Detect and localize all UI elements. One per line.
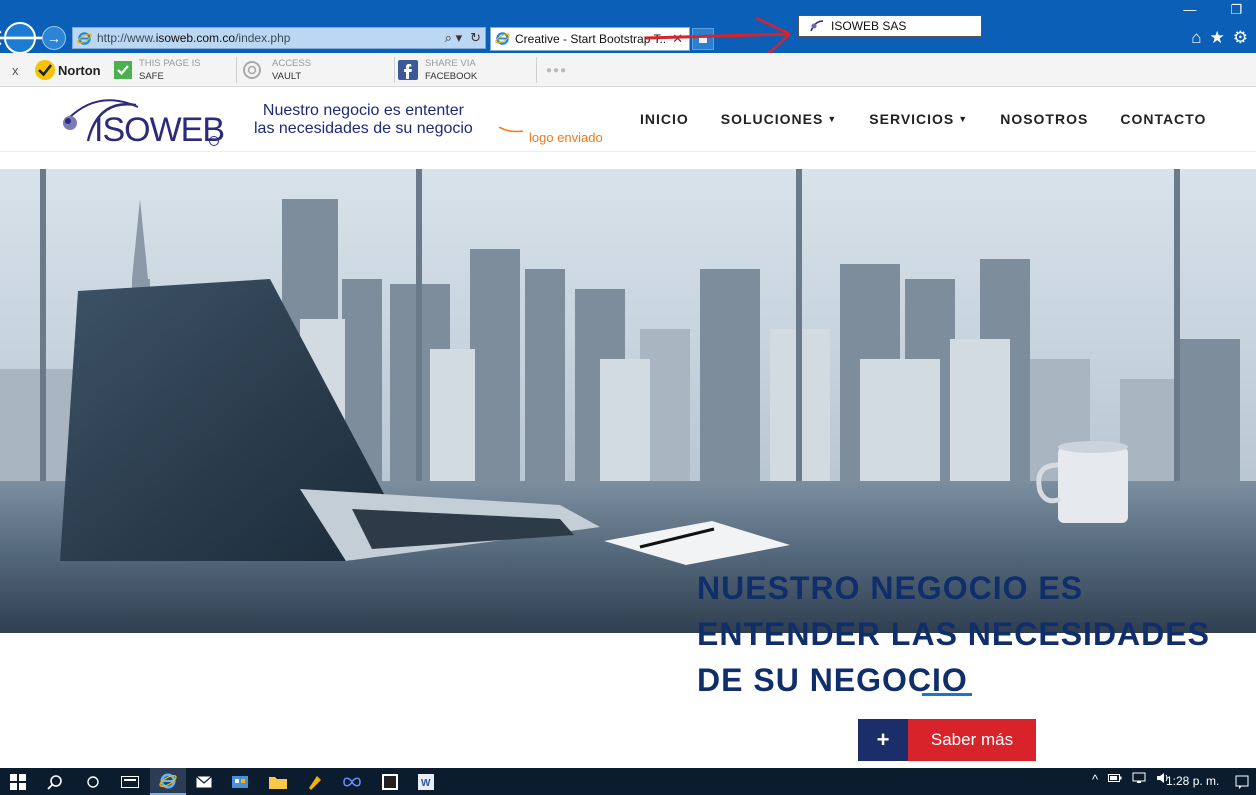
nav-soluciones[interactable]: SOLUCIONES ▼ [721, 111, 838, 127]
terminal-app-icon[interactable] [380, 772, 400, 792]
browser-tool-icons: ⌂ ★ ⚙ [1191, 28, 1248, 48]
browser-titlebar: 🡐 → http://www.isoweb.com.co/index.php ⌕… [0, 0, 1256, 55]
caret-down-icon: ▼ [958, 114, 969, 124]
minimize-icon[interactable]: — [1183, 2, 1196, 18]
paint-app-icon[interactable] [305, 772, 325, 792]
taskbar-clock[interactable]: 1:28 p. m. [1166, 774, 1219, 788]
tab-tooltip: ISOWEB SAS [798, 15, 982, 37]
file-explorer-icon[interactable] [268, 772, 288, 792]
infinity-app-icon[interactable] [342, 772, 362, 792]
annotation-squiggle-icon [498, 126, 524, 133]
home-icon[interactable]: ⌂ [1191, 28, 1201, 48]
nav-inicio[interactable]: INICIO [640, 111, 689, 127]
norton-button[interactable]: Norton [34, 56, 101, 84]
search-icon[interactable]: ⌕ ▾ [445, 30, 462, 46]
svg-text:W: W [421, 778, 431, 789]
header-tagline: Nuestro negocio es ententer las necesida… [254, 102, 473, 137]
annotation-text: logo enviado [529, 130, 603, 145]
favorites-star-icon[interactable]: ★ [1210, 28, 1225, 48]
window-controls: — ❐ [1183, 2, 1242, 18]
main-nav: INICIO SOLUCIONES ▼ SERVICIOS ▼ NOSOTROS C… [640, 111, 1238, 127]
more-dots-icon: ●●● [546, 64, 568, 76]
hero-headline: NUESTRO NEGOCIO ES ENTENDER LAS NECESIDA… [697, 570, 1210, 698]
system-tray: ^ [1092, 772, 1170, 787]
battery-icon[interactable] [1108, 772, 1122, 784]
toolbar-close-button[interactable]: x [12, 56, 19, 84]
restore-icon[interactable]: ❐ [1230, 2, 1242, 18]
back-button[interactable]: 🡐 [0, 22, 50, 54]
taskbar-search-icon[interactable] [45, 772, 65, 792]
hero-office-illustration [0, 169, 1256, 633]
tab-ie-favicon-icon [495, 32, 510, 45]
network-icon[interactable] [1132, 772, 1146, 784]
vault-icon [243, 61, 261, 79]
norton-toolbar: x Norton THIS PAGE IS SAFE ACCESS VAULT SH… [0, 53, 1256, 87]
cortana-icon[interactable] [83, 772, 103, 792]
nav-servicios[interactable]: SERVICIOS ▼ [869, 111, 968, 127]
access-vault-button[interactable]: ACCESS VAULT [242, 56, 311, 84]
norton-label: Norton [58, 62, 101, 78]
task-view-icon[interactable] [120, 772, 140, 792]
caret-down-icon: ▼ [827, 114, 838, 124]
windows-taskbar: W ^ 1:28 p. m. [0, 768, 1256, 795]
mail-icon[interactable] [194, 772, 214, 792]
nav-contacto[interactable]: CONTACTO [1120, 111, 1206, 127]
toolbar-more-button[interactable]: ●●● [546, 56, 567, 84]
forward-button[interactable]: → [42, 26, 66, 50]
isoweb-favicon-icon [810, 20, 824, 32]
hero-image [0, 169, 1256, 633]
annotation-arrow-icon [645, 16, 791, 55]
safe-check-icon [114, 61, 132, 79]
share-facebook-button[interactable]: SHARE VIA FACEBOOK [398, 56, 477, 84]
isoweb-logo[interactable]: ISOWEB [58, 93, 225, 149]
norton-check-icon [35, 60, 55, 80]
notifications-icon[interactable] [1232, 772, 1252, 792]
site-header: ISOWEB Nuestro negocio es ententer las n… [0, 87, 1256, 152]
ie-favicon-icon [77, 32, 92, 45]
page-safe-indicator[interactable]: THIS PAGE IS SAFE [114, 56, 201, 84]
saber-mas-button[interactable]: + Saber más [858, 719, 1036, 761]
store-app-icon[interactable] [230, 772, 250, 792]
word-app-icon[interactable]: W [416, 772, 436, 792]
tray-expand-icon[interactable]: ^ [1092, 772, 1098, 787]
address-bar[interactable]: http://www.isoweb.com.co/index.php ⌕ ▾ ↻ [72, 27, 486, 49]
refresh-icon[interactable]: ↻ [470, 30, 481, 46]
start-windows-icon[interactable] [8, 772, 28, 792]
close-icon: x [12, 62, 19, 78]
nav-nosotros[interactable]: NOSOTROS [1000, 111, 1088, 127]
forward-arrow-icon: → [47, 30, 61, 46]
ie-taskbar-icon [159, 773, 177, 789]
address-url: http://www.isoweb.com.co/index.php [97, 31, 291, 45]
plus-icon: + [858, 719, 908, 761]
headline-underline [922, 693, 972, 696]
facebook-icon [398, 60, 418, 80]
cta-label: Saber más [908, 719, 1036, 761]
taskbar-ie-button[interactable] [150, 768, 186, 795]
tooltip-text: ISOWEB SAS [831, 19, 907, 33]
logo-text: ISOWEB [94, 111, 225, 149]
settings-gear-icon[interactable]: ⚙ [1233, 28, 1248, 48]
